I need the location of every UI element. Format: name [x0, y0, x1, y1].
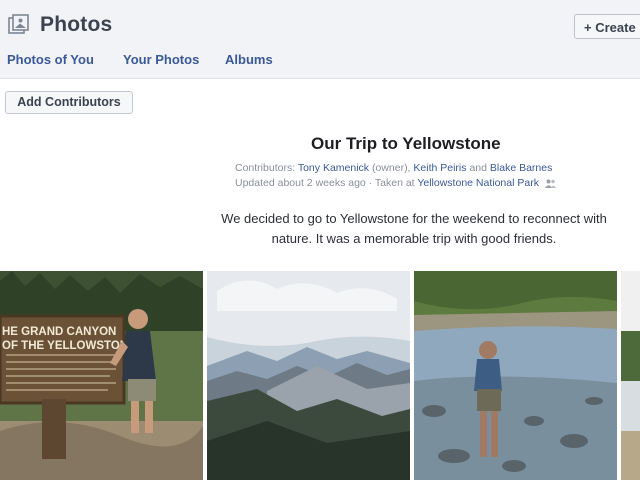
contributor-link-keith[interactable]: Keith Peiris	[413, 162, 466, 174]
page-title: Photos	[40, 13, 113, 36]
top-header: Photos + Create Photos of You Your Photo…	[0, 0, 640, 79]
photo-thumbnail-4[interactable]	[621, 271, 640, 480]
sign-text-line-1: HE GRAND CANYON	[2, 326, 116, 338]
album-description: We decided to go to Yellowstone for the …	[221, 211, 607, 246]
photo-thumbnail-1[interactable]: HE GRAND CANYON OF THE YELLOWSTONE	[0, 271, 203, 480]
tab-photos-of-you[interactable]: Photos of You	[7, 52, 94, 67]
and-text: and	[469, 162, 487, 174]
contributors-prefix: Contributors:	[235, 162, 296, 174]
updated-line: Updated about 2 weeks ago · Taken at Yel…	[235, 177, 556, 189]
sign-text-line-2: OF THE YELLOWSTONE	[2, 340, 136, 352]
contributor-link-blake[interactable]: Blake Barnes	[490, 162, 552, 174]
create-button[interactable]: + Create	[574, 14, 640, 39]
add-contributors-button[interactable]: Add Contributors	[5, 91, 133, 114]
tab-albums[interactable]: Albums	[225, 52, 273, 67]
updated-text: Updated about 2 weeks ago · Taken at	[235, 177, 415, 189]
contributor-link-tony[interactable]: Tony Kamenick	[298, 162, 369, 174]
photos-icon	[8, 14, 30, 36]
album-title: Our Trip to Yellowstone	[311, 134, 501, 153]
people-icon[interactable]	[544, 179, 556, 188]
photo-thumbnail-3[interactable]	[414, 271, 617, 480]
contributors-line: Contributors: Tony Kamenick (owner), Kei…	[235, 162, 552, 174]
location-link[interactable]: Yellowstone National Park	[417, 177, 539, 189]
photo-thumbnail-2[interactable]	[207, 271, 410, 480]
tab-your-photos[interactable]: Your Photos	[123, 52, 199, 67]
owner-tag: (owner),	[371, 162, 411, 174]
